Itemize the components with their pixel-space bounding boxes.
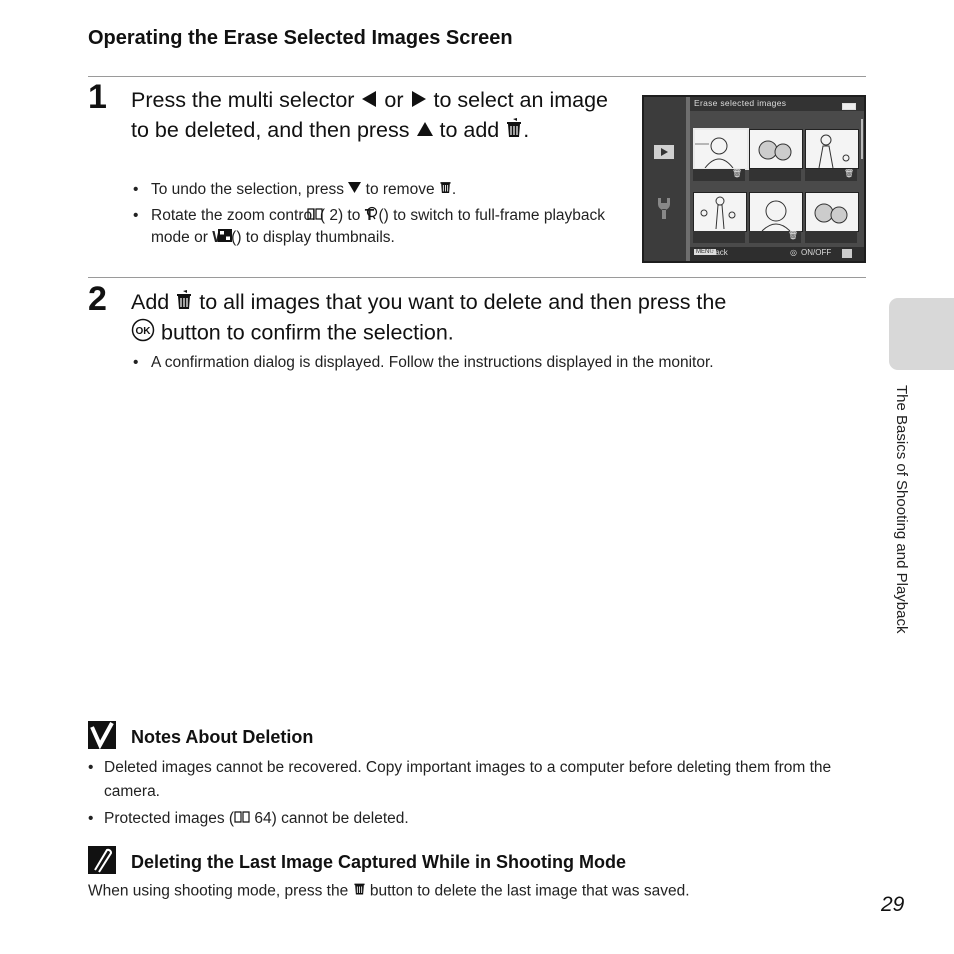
battery-icon [842, 103, 856, 110]
pencil-note-icon [88, 846, 116, 879]
trash-mark-icon: 🗑 [843, 169, 854, 178]
caution-check-icon [88, 721, 116, 754]
tip-title: Deleting the Last Image Captured While i… [131, 852, 627, 872]
divider [88, 277, 866, 278]
chapter-label: The Basics of Shooting and Playback [893, 385, 910, 634]
tip-text: When using shooting mode, press the butt… [88, 880, 848, 903]
right-arrow-icon [410, 87, 428, 116]
trash-icon [353, 880, 366, 903]
trash-mark-icon: 🗑 [787, 231, 798, 240]
thumbnail-5 [749, 192, 803, 232]
notes-title: Notes About Deletion [131, 727, 314, 747]
thumbnail-2 [749, 129, 803, 169]
thumbnail-6 [805, 192, 859, 232]
divider [88, 76, 866, 77]
multi-selector-icon: ◎ [790, 248, 797, 257]
back-label: Back [710, 248, 728, 257]
step-2-instruction: Add to all images that you want to delet… [131, 288, 831, 350]
step-1-number: 1 [88, 78, 107, 116]
wrench-icon [658, 198, 670, 219]
trash-icon [505, 117, 523, 146]
trash-mark-icon: 🗑 [731, 169, 742, 178]
book-reference-icon [234, 808, 250, 830]
left-arrow-icon [360, 87, 378, 116]
playback-icon [654, 145, 674, 159]
camera-screen-main: Erase selected images 🗑 🗑 🗑 MENU Back ◎ … [690, 97, 864, 261]
step-1-bullet-1: • To undo the selection, press to remove … [133, 179, 613, 201]
trash-icon [439, 179, 452, 201]
section-title: Operating the Erase Selected Images Scre… [88, 27, 513, 49]
notes-bullet-1: • Deleted images cannot be recovered. Cop… [88, 759, 832, 800]
chapter-tab[interactable] [889, 298, 954, 370]
camera-screen-side-menu [644, 97, 686, 261]
trash-icon [175, 289, 193, 318]
step-2-number: 2 [88, 280, 107, 318]
camera-screen-illustration: Erase selected images 🗑 🗑 🗑 MENU Back ◎ … [642, 95, 866, 263]
ok-button-icon: OK [131, 318, 155, 350]
camera-screen-footer: MENU Back ◎ ON/OFF [690, 247, 864, 261]
thumbnail-3 [805, 129, 859, 169]
zoom-icon [842, 249, 852, 258]
on-off-label: ON/OFF [801, 248, 832, 257]
notes-bullet-2: • Protected images ( 64) cannot be delete… [88, 808, 838, 830]
step-1-bullet-2: • Rotate the zoom control ( 2) to T () to… [133, 206, 606, 247]
up-arrow-icon [416, 117, 434, 146]
thumbnail-1 [693, 128, 749, 170]
step-1-instruction: Press the multi selector or to select an… [131, 86, 611, 146]
camera-screen-title: Erase selected images [694, 98, 787, 108]
page-number: 29 [881, 893, 905, 916]
down-arrow-icon [348, 179, 362, 201]
scrollbar [861, 119, 863, 159]
step-2-bullet: • A confirmation dialog is displayed. Fol… [133, 354, 714, 371]
svg-text:OK: OK [136, 326, 152, 337]
thumbnail-4 [693, 192, 747, 232]
